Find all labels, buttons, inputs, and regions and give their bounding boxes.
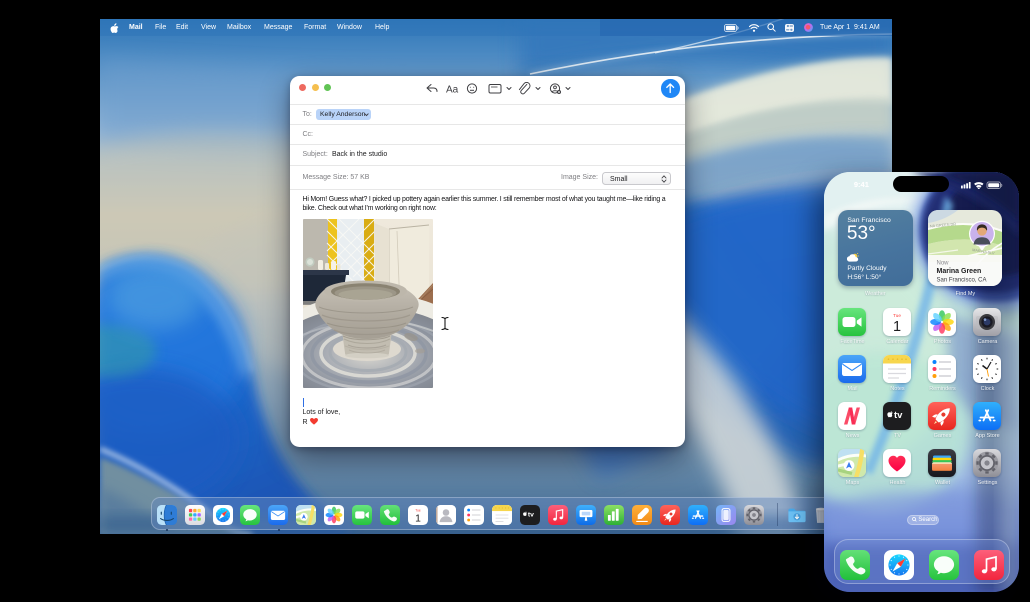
svg-text:San Francisco, CA: San Francisco, CA — [936, 278, 986, 284]
svg-text:Tue: Tue — [415, 508, 421, 512]
svg-text:Now: Now — [936, 261, 949, 267]
svg-text:tv: tv — [528, 511, 534, 518]
svg-text:1: 1 — [415, 513, 421, 524]
svg-text:tv: tv — [894, 410, 903, 421]
svg-text:1: 1 — [893, 319, 901, 335]
svg-text:Tue: Tue — [894, 313, 902, 318]
svg-text:Marina Green: Marina Green — [936, 268, 981, 275]
svg-text:Aa: Aa — [446, 84, 459, 95]
